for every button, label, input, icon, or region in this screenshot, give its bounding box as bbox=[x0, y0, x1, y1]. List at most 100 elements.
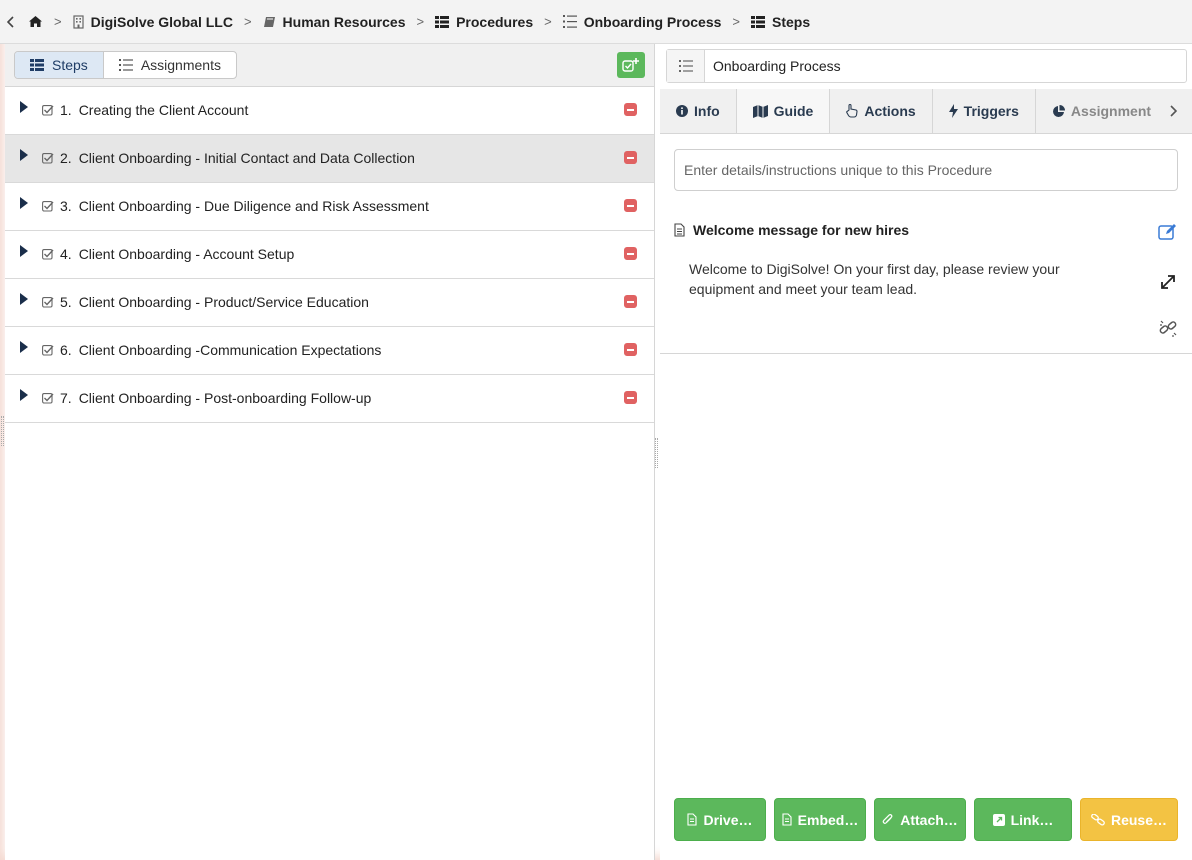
tab-label: Actions bbox=[864, 103, 916, 119]
step-row[interactable]: 4. Client Onboarding - Account Setup bbox=[5, 231, 654, 279]
expand-caret-icon[interactable] bbox=[19, 148, 29, 162]
breadcrumb-label: Steps bbox=[772, 13, 811, 30]
divider bbox=[660, 353, 1192, 354]
remove-step-button[interactable] bbox=[624, 151, 637, 164]
drive-button[interactable]: Drive… bbox=[674, 798, 766, 841]
step-label-group: 5. Client Onboarding - Product/Service E… bbox=[42, 279, 369, 325]
step-label-group: 1. Creating the Client Account bbox=[42, 87, 248, 133]
step-row[interactable]: 5. Client Onboarding - Product/Service E… bbox=[5, 279, 654, 327]
unlink-icon[interactable] bbox=[1157, 317, 1179, 339]
app-frame: > DigiSolve Global LLC > Human Resources… bbox=[0, 0, 1192, 860]
home-icon[interactable] bbox=[28, 15, 43, 28]
tab-triggers[interactable]: Triggers bbox=[933, 89, 1036, 133]
breadcrumb-label: Onboarding Process bbox=[583, 13, 722, 30]
remove-step-button[interactable] bbox=[624, 391, 637, 404]
step-label-group: 3. Client Onboarding - Due Diligence and… bbox=[42, 183, 429, 229]
tab-actions[interactable]: Actions bbox=[830, 89, 933, 133]
procedure-details-input[interactable]: Enter details/instructions unique to thi… bbox=[674, 149, 1178, 191]
panel-splitter-handle[interactable] bbox=[655, 438, 658, 468]
add-step-button[interactable] bbox=[617, 52, 645, 78]
document-icon bbox=[674, 223, 685, 237]
book-icon bbox=[263, 16, 276, 28]
back-chevron-icon[interactable] bbox=[4, 12, 18, 32]
list-icon bbox=[118, 59, 133, 71]
step-row[interactable]: 7. Client Onboarding - Post-onboarding F… bbox=[5, 375, 654, 423]
document-icon bbox=[782, 813, 792, 826]
expand-caret-icon[interactable] bbox=[19, 244, 29, 258]
guide-item-title: Welcome message for new hires bbox=[693, 222, 910, 238]
step-number: 3. bbox=[60, 198, 72, 214]
left-resize-handle[interactable] bbox=[1, 416, 4, 446]
step-row[interactable]: 2. Client Onboarding - Initial Contact a… bbox=[5, 135, 654, 183]
expand-caret-icon[interactable] bbox=[19, 100, 29, 114]
checklist-icon bbox=[42, 152, 54, 164]
breadcrumb-separator-icon: > bbox=[544, 14, 552, 29]
tab-label: Guide bbox=[773, 103, 814, 119]
table-list-icon bbox=[30, 59, 44, 71]
breadcrumb-item-steps[interactable]: Steps bbox=[751, 14, 810, 30]
breadcrumb-item-onboarding[interactable]: Onboarding Process bbox=[562, 13, 722, 30]
detail-tabs: Info Guide Actions Triggers Assignment bbox=[660, 89, 1192, 134]
tab-guide[interactable]: Guide bbox=[736, 89, 831, 133]
breadcrumb-item-department[interactable]: Human Resources bbox=[263, 13, 406, 30]
step-number: 4. bbox=[60, 246, 72, 262]
detail-panel: Onboarding Process Info Guide Actions Tr… bbox=[660, 44, 1192, 860]
breadcrumb-separator-icon: > bbox=[243, 14, 252, 29]
tab-label: Assignments bbox=[140, 57, 221, 73]
expand-caret-icon[interactable] bbox=[19, 388, 29, 402]
step-number: 7. bbox=[60, 390, 72, 406]
table-list-icon bbox=[435, 15, 450, 28]
outline-button[interactable] bbox=[667, 50, 705, 82]
remove-step-button[interactable] bbox=[624, 103, 637, 116]
step-label-group: 4. Client Onboarding - Account Setup bbox=[42, 231, 294, 277]
step-title: Client Onboarding - Due Diligence and Ri… bbox=[78, 198, 429, 214]
checklist-icon bbox=[42, 296, 54, 308]
expand-caret-icon[interactable] bbox=[19, 196, 29, 210]
steps-toolbar: Steps Assignments bbox=[5, 44, 654, 87]
step-title: Client Onboarding -Communication Expecta… bbox=[78, 342, 382, 358]
embed-button[interactable]: Embed… bbox=[774, 798, 866, 841]
step-row[interactable]: 3. Client Onboarding - Due Diligence and… bbox=[5, 183, 654, 231]
breadcrumb-label: DigiSolve Global LLC bbox=[90, 13, 233, 30]
edit-icon[interactable] bbox=[1157, 221, 1179, 243]
tab-label: Steps bbox=[52, 57, 88, 73]
checklist-icon bbox=[42, 200, 54, 212]
step-title: Client Onboarding - Product/Service Educ… bbox=[78, 294, 369, 310]
tab-assignments[interactable]: Assignment bbox=[1036, 89, 1169, 133]
remove-step-button[interactable] bbox=[624, 247, 637, 260]
remove-step-button[interactable] bbox=[624, 295, 637, 308]
checklist-icon bbox=[42, 104, 54, 116]
remove-step-button[interactable] bbox=[624, 199, 637, 212]
step-row[interactable]: 1. Creating the Client Account bbox=[5, 87, 654, 135]
button-label: Reuse… bbox=[1110, 811, 1168, 828]
step-row[interactable]: 6. Client Onboarding -Communication Expe… bbox=[5, 327, 654, 375]
list-icon bbox=[678, 60, 693, 72]
checklist-icon bbox=[42, 248, 54, 260]
step-label-group: 2. Client Onboarding - Initial Contact a… bbox=[42, 135, 415, 181]
expand-caret-icon[interactable] bbox=[19, 292, 29, 306]
button-label: Drive… bbox=[703, 811, 753, 828]
procedure-title: Onboarding Process bbox=[713, 58, 841, 74]
breadcrumb-separator-icon: > bbox=[732, 14, 741, 29]
link-button[interactable]: Link… bbox=[974, 798, 1072, 841]
view-toggle: Steps Assignments bbox=[14, 51, 237, 79]
breadcrumb-separator-icon: > bbox=[416, 14, 425, 29]
attach-button[interactable]: Attach… bbox=[874, 798, 966, 841]
breadcrumb-separator-icon: > bbox=[54, 14, 62, 29]
breadcrumb-item-procedures[interactable]: Procedures bbox=[435, 14, 533, 30]
step-number: 2. bbox=[60, 150, 72, 166]
expand-caret-icon[interactable] bbox=[19, 340, 29, 354]
info-icon bbox=[676, 105, 688, 117]
tab-steps[interactable]: Steps bbox=[15, 52, 104, 78]
remove-step-button[interactable] bbox=[624, 343, 637, 356]
tab-assignments[interactable]: Assignments bbox=[104, 52, 236, 78]
tab-info[interactable]: Info bbox=[660, 89, 737, 133]
guide-item-header: Welcome message for new hires bbox=[674, 222, 909, 238]
breadcrumb-item-company[interactable]: DigiSolve Global LLC bbox=[72, 13, 233, 30]
tabs-scroll-right-icon[interactable] bbox=[1153, 89, 1192, 133]
breadcrumb-label: Human Resources bbox=[282, 13, 406, 30]
table-list-icon bbox=[751, 15, 766, 28]
expand-icon[interactable] bbox=[1157, 271, 1179, 293]
guide-item-body: Welcome to DigiSolve! On your first day,… bbox=[689, 261, 1060, 297]
reuse-button[interactable]: Reuse… bbox=[1080, 798, 1178, 841]
